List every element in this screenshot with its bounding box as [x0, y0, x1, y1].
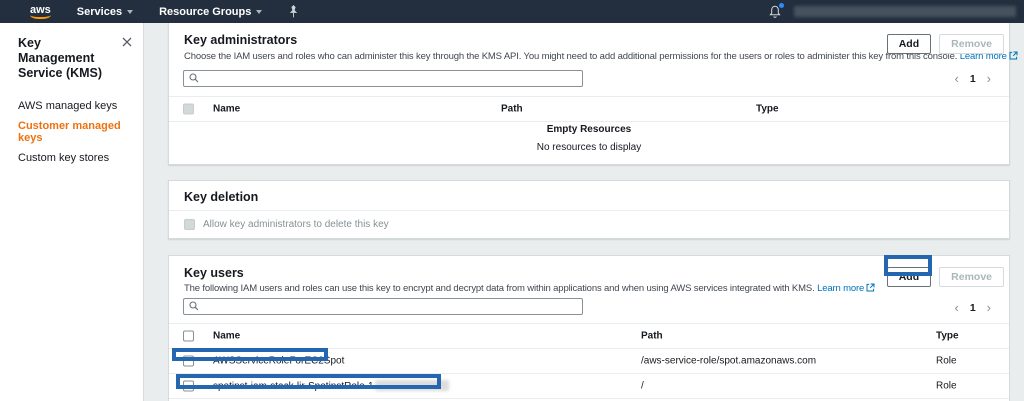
- search-input[interactable]: [203, 300, 577, 313]
- sidebar-item-customer-managed-keys[interactable]: Customer managed keys: [0, 116, 143, 148]
- allow-deletion-label: Allow key administrators to delete this …: [203, 219, 389, 230]
- redacted-text: [375, 380, 449, 391]
- close-icon[interactable]: [122, 37, 132, 47]
- column-name: Name: [213, 104, 240, 115]
- page-number[interactable]: 1: [970, 302, 976, 314]
- aws-logo[interactable]: aws: [30, 5, 51, 19]
- key-users-title: Key users: [184, 266, 244, 280]
- description-text: The following IAM users and roles can us…: [184, 283, 815, 294]
- column-name: Name: [213, 331, 240, 342]
- add-button[interactable]: Add: [887, 34, 931, 54]
- aws-logo-text: aws: [30, 4, 51, 16]
- external-link-icon: [866, 283, 875, 295]
- notifications-bell-icon[interactable]: [769, 5, 781, 19]
- kms-sidebar: Key Management Service (KMS) AWS managed…: [0, 23, 144, 401]
- top-nav: aws Services Resource Groups: [0, 0, 1024, 23]
- add-button[interactable]: Add: [887, 267, 931, 287]
- page-prev-icon[interactable]: ‹: [954, 74, 958, 84]
- chevron-down-icon: [256, 10, 262, 14]
- page-next-icon[interactable]: ›: [987, 74, 991, 84]
- row-name: AWSServiceRoleForEC2Spot: [213, 356, 344, 367]
- row-path: /: [641, 381, 644, 392]
- key-users-table-header: Name Path Type: [169, 323, 1009, 349]
- column-path: Path: [501, 104, 523, 115]
- key-users-pagination: ‹ 1 ›: [954, 302, 991, 314]
- key-administrators-actions: Add Remove: [887, 34, 1004, 54]
- key-administrators-table-header: Name Path Type: [169, 96, 1009, 122]
- key-users-description: The following IAM users and roles can us…: [184, 283, 875, 295]
- column-type: Type: [936, 331, 959, 342]
- column-type: Type: [756, 104, 779, 115]
- nav-right-group: [769, 0, 1016, 23]
- description-text: Choose the IAM users and roles who can a…: [184, 51, 957, 62]
- notification-badge: [779, 3, 784, 8]
- row-name-text: spotinst-iam-stack-lir-SpotinstRole-1: [213, 381, 374, 392]
- nav-resource-groups-label: Resource Groups: [159, 6, 251, 18]
- sidebar-title: Key Management Service (KMS): [0, 23, 143, 81]
- empty-state-title: Empty Resources: [169, 124, 1009, 135]
- key-deletion-panel: Key deletion Allow key administrators to…: [168, 180, 1010, 239]
- learn-more-label: Learn more: [817, 283, 864, 294]
- row-checkbox[interactable]: [183, 356, 194, 367]
- select-all-checkbox[interactable]: [183, 331, 194, 342]
- key-deletion-title: Key deletion: [184, 190, 258, 204]
- divider: [169, 210, 1009, 211]
- empty-state: Empty Resources No resources to display: [169, 124, 1009, 153]
- search-icon: [189, 298, 199, 316]
- select-all-checkbox[interactable]: [183, 104, 194, 115]
- page-next-icon[interactable]: ›: [987, 303, 991, 313]
- key-users-actions: Add Remove: [887, 267, 1004, 287]
- sidebar-nav: AWS managed keys Customer managed keys C…: [0, 96, 143, 168]
- allow-deletion-checkbox[interactable]: [184, 219, 195, 230]
- nav-services-label: Services: [77, 6, 122, 18]
- pushpin-icon[interactable]: [288, 5, 299, 18]
- key-administrators-panel: Key administrators Choose the IAM users …: [168, 23, 1010, 165]
- search-input[interactable]: [203, 72, 577, 85]
- remove-button[interactable]: Remove: [939, 267, 1004, 287]
- key-administrators-pagination: ‹ 1 ›: [954, 73, 991, 85]
- page-prev-icon[interactable]: ‹: [954, 303, 958, 313]
- chevron-down-icon: [127, 10, 133, 14]
- nav-resource-groups[interactable]: Resource Groups: [159, 6, 262, 18]
- page-number[interactable]: 1: [970, 73, 976, 85]
- sidebar-item-custom-key-stores[interactable]: Custom key stores: [0, 148, 143, 168]
- key-administrators-search: [183, 70, 583, 87]
- remove-button[interactable]: Remove: [939, 34, 1004, 54]
- account-menu-redacted[interactable]: [794, 6, 1016, 17]
- row-type: Role: [936, 381, 957, 392]
- table-row[interactable]: spotinst-iam-stack-lir-SpotinstRole-1 / …: [169, 374, 1009, 399]
- row-type: Role: [936, 356, 957, 367]
- key-administrators-title: Key administrators: [184, 33, 297, 47]
- key-deletion-option: Allow key administrators to delete this …: [184, 219, 389, 230]
- learn-more-link[interactable]: Learn more: [817, 283, 875, 294]
- row-name: spotinst-iam-stack-lir-SpotinstRole-1: [213, 380, 449, 392]
- table-row[interactable]: AWSServiceRoleForEC2Spot /aws-service-ro…: [169, 349, 1009, 374]
- key-users-search: [183, 298, 583, 315]
- column-path: Path: [641, 331, 663, 342]
- search-icon: [189, 70, 199, 88]
- empty-state-message: No resources to display: [169, 142, 1009, 153]
- row-path: /aws-service-role/spot.amazonaws.com: [641, 356, 816, 367]
- row-checkbox[interactable]: [183, 381, 194, 392]
- key-users-panel: Key users The following IAM users and ro…: [168, 255, 1010, 401]
- nav-services[interactable]: Services: [77, 6, 133, 18]
- external-link-icon: [1009, 51, 1018, 63]
- sidebar-item-aws-managed-keys[interactable]: AWS managed keys: [0, 96, 143, 116]
